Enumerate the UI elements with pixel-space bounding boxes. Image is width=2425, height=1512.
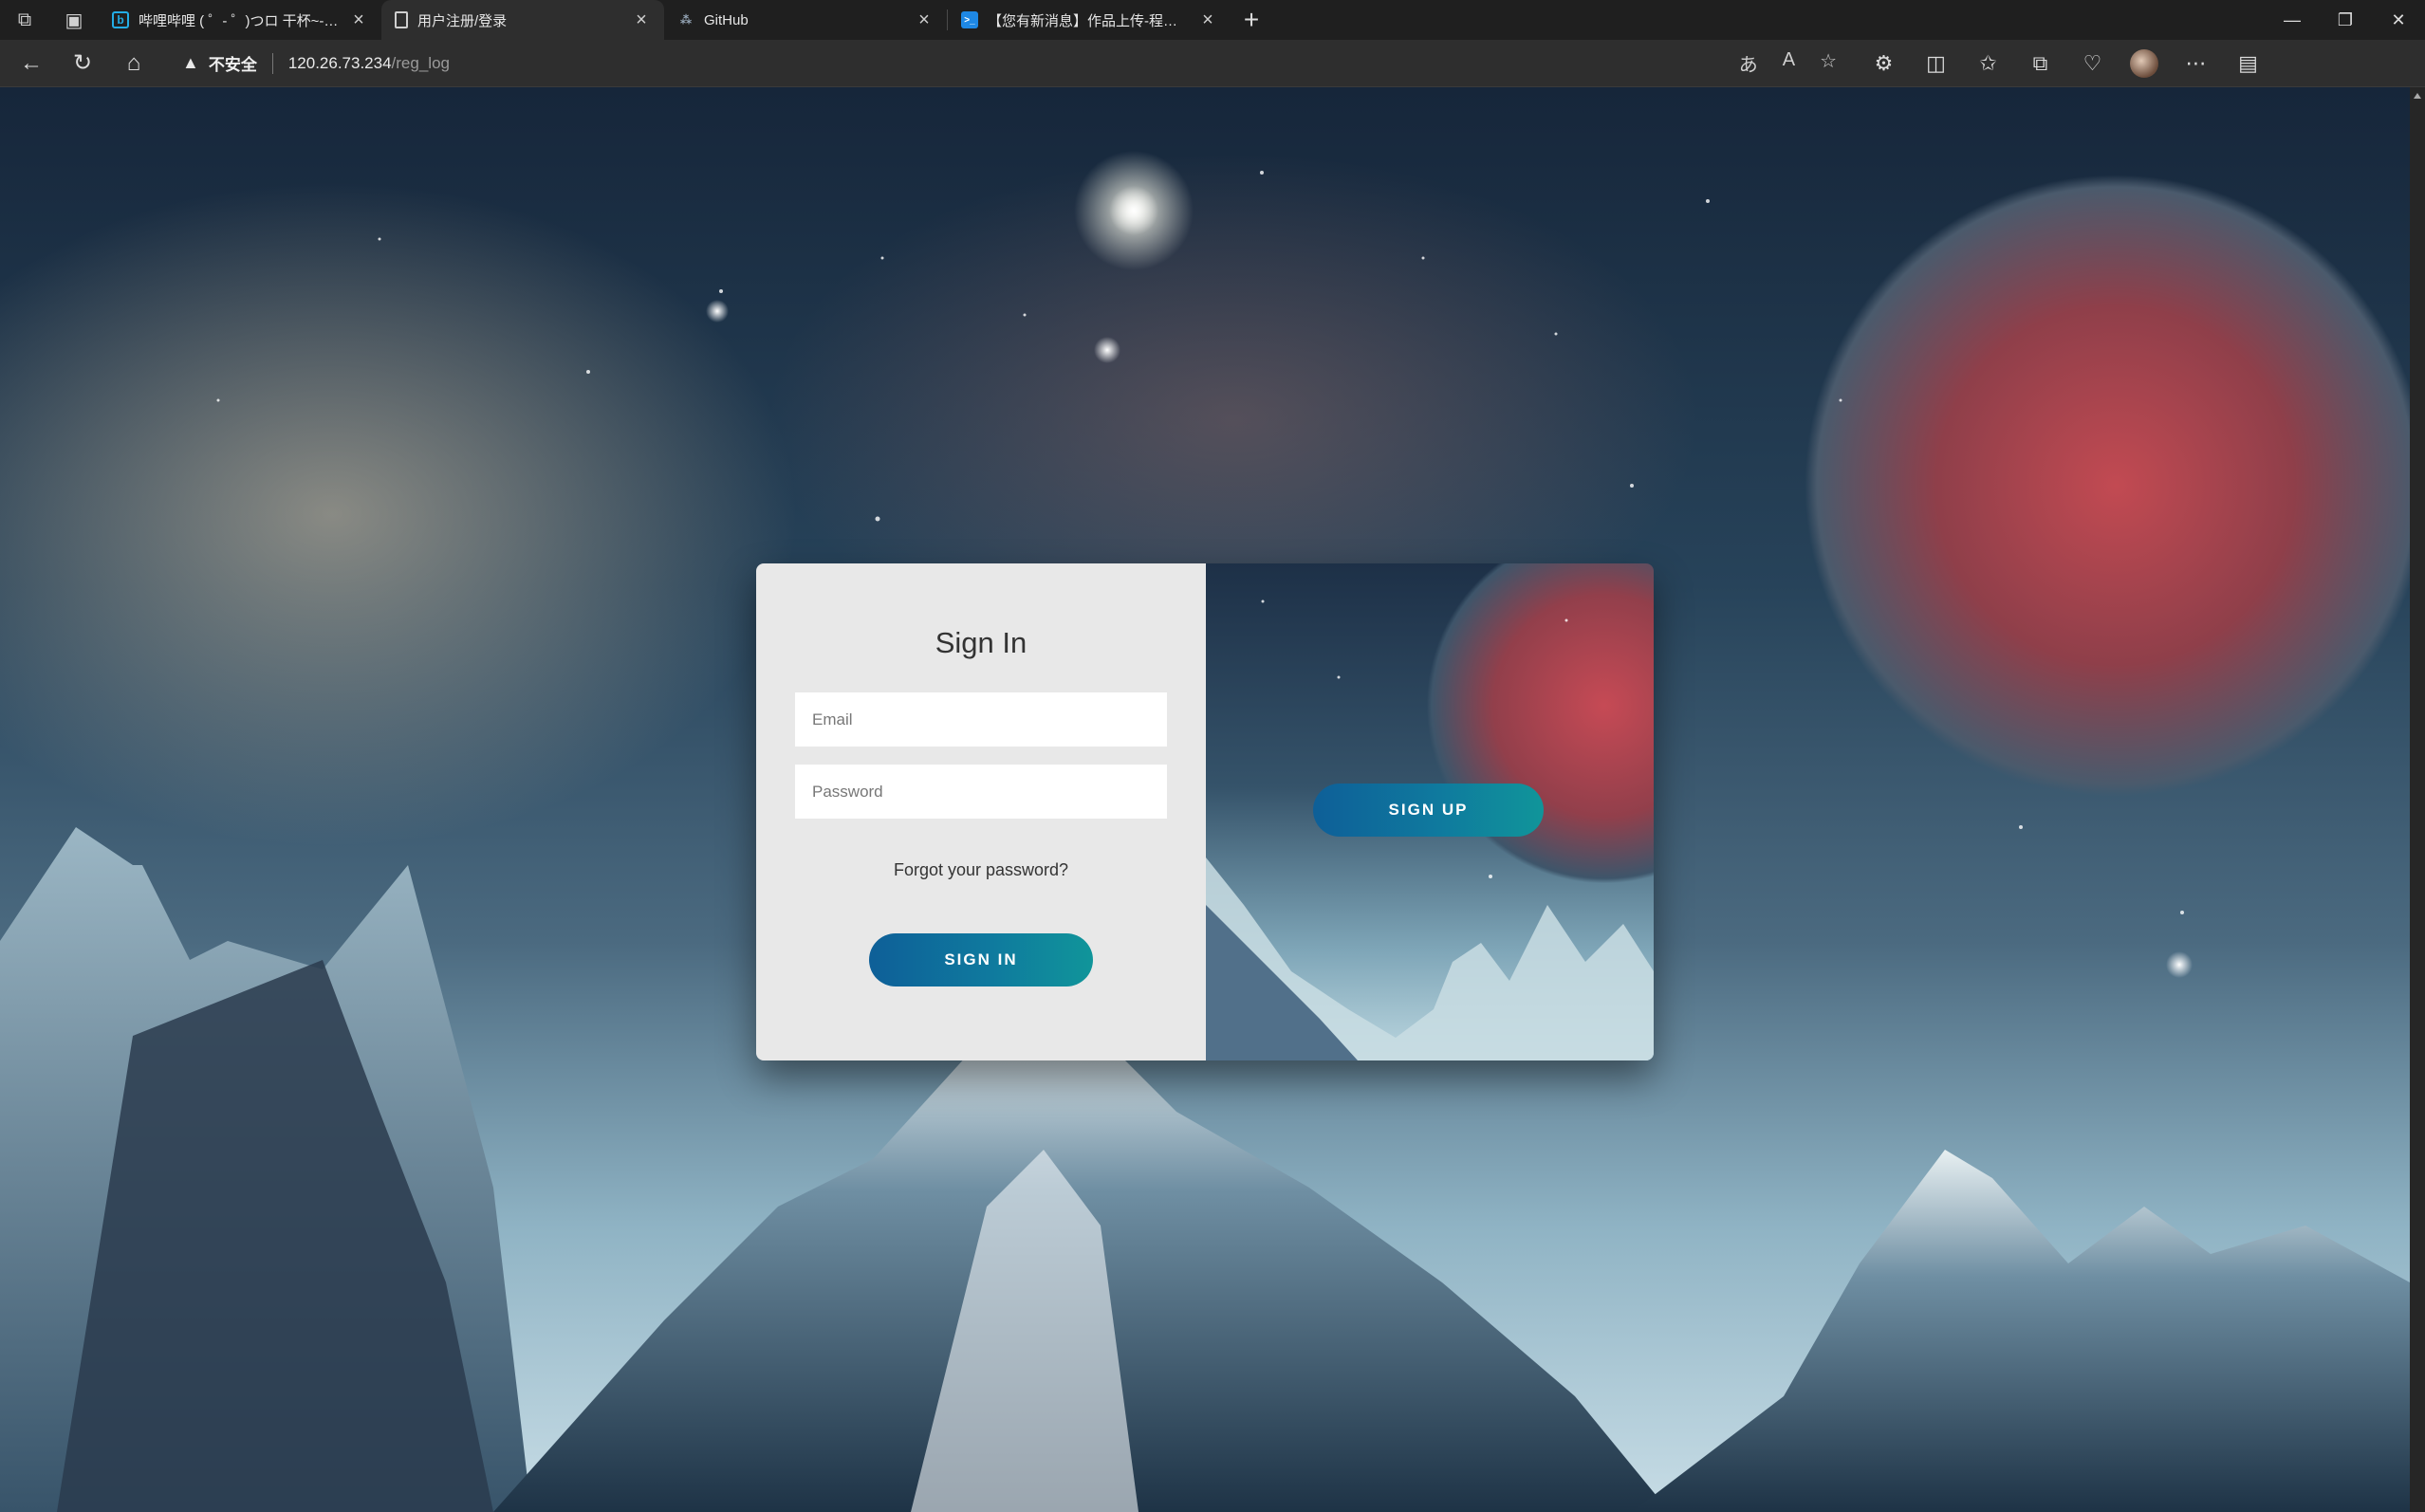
tab-title: 哔哩哔哩 ( ゜- ゜)つロ 干杯~-bilibili <box>139 12 340 29</box>
url-field[interactable]: ▲ 不安全 120.26.73.234/reg_log あ A ☆ <box>169 46 1858 81</box>
page-icon <box>395 11 408 28</box>
extensions-icon[interactable]: ⚙ <box>1858 40 1910 87</box>
translate-icon[interactable]: あ <box>1739 49 1758 77</box>
bilibili-icon: b <box>112 11 129 28</box>
sign-in-panel: Sign In Forgot your password? SIGN IN <box>756 563 1206 1060</box>
terminal-icon: >_ <box>961 11 978 28</box>
tab-github[interactable]: ⁂ GitHub × <box>664 0 947 40</box>
url-host: 120.26.73.234 <box>287 53 392 72</box>
sign-in-title: Sign In <box>935 626 1027 659</box>
close-icon[interactable]: × <box>915 9 934 31</box>
tab-title: 用户注册/登录 <box>417 12 508 29</box>
new-tab-button[interactable]: + <box>1231 0 1272 40</box>
favorite-star-icon[interactable]: ☆ <box>1820 49 1837 77</box>
scroll-up-arrow-icon[interactable] <box>2414 93 2421 99</box>
address-bar: ← ↻ ⌂ ▲ 不安全 120.26.73.234/reg_log あ A ☆ … <box>0 40 2425 87</box>
close-icon[interactable]: × <box>1198 9 1217 31</box>
password-input[interactable] <box>795 765 1167 819</box>
minimize-icon[interactable]: — <box>2266 0 2319 40</box>
sign-up-button[interactable]: SIGN UP <box>1313 784 1544 837</box>
omnibox-actions: あ A ☆ <box>1739 49 1858 77</box>
workspaces-icon[interactable]: ⧉ <box>0 0 49 40</box>
home-icon[interactable]: ⌂ <box>108 40 159 87</box>
browser-essentials-icon[interactable]: ♡ <box>2066 40 2119 87</box>
page-background: Sign In Forgot your password? SIGN IN SI… <box>0 87 2410 1512</box>
split-screen-icon[interactable]: ◫ <box>1910 40 1962 87</box>
back-arrow-icon[interactable]: ← <box>6 40 57 87</box>
tab-reg-log[interactable]: 用户注册/登录 × <box>381 0 664 40</box>
close-icon[interactable]: × <box>349 9 368 31</box>
github-icon: ⁂ <box>679 13 693 27</box>
security-label: 不安全 <box>208 56 257 74</box>
restore-icon[interactable]: ❐ <box>2319 0 2372 40</box>
tab-title: 【您有新消息】作品上传-程序员 <box>988 12 1189 29</box>
page-scrollbar[interactable] <box>2410 87 2425 1512</box>
close-window-icon[interactable]: ✕ <box>2372 0 2425 40</box>
favorites-icon[interactable]: ✩ <box>1962 40 2014 87</box>
url-divider <box>271 52 273 74</box>
browser-toolbar: ⚙ ◫ ✩ ⧉ ♡ ⋯ ▤ <box>1858 40 2274 87</box>
email-input[interactable] <box>795 692 1167 747</box>
forgot-password-link[interactable]: Forgot your password? <box>894 860 1068 880</box>
tab-upload[interactable]: >_ 【您有新消息】作品上传-程序员 × <box>948 0 1231 40</box>
collections-icon[interactable]: ⧉ <box>2014 40 2066 87</box>
window-controls: — ❐ ✕ <box>2266 0 2425 40</box>
sidebar-toggle-icon[interactable]: ▤ <box>2222 40 2274 87</box>
sign-in-button[interactable]: SIGN IN <box>869 933 1093 986</box>
tab-title: GitHub <box>704 11 749 28</box>
url-path: /reg_log <box>391 53 450 72</box>
warning-icon: ▲ <box>182 53 199 72</box>
auth-card: Sign In Forgot your password? SIGN IN SI… <box>756 563 1654 1060</box>
more-menu-icon[interactable]: ⋯ <box>2170 40 2222 87</box>
close-icon[interactable]: × <box>632 9 651 31</box>
vertical-tabs-icon[interactable]: ▣ <box>49 0 99 40</box>
profile-avatar[interactable] <box>2130 48 2158 78</box>
read-aloud-icon[interactable]: A <box>1783 49 1795 77</box>
refresh-icon[interactable]: ↻ <box>57 40 108 87</box>
sign-up-overlay-panel: SIGN UP <box>1206 563 1654 1060</box>
tab-bar: ⧉ ▣ b 哔哩哔哩 ( ゜- ゜)つロ 干杯~-bilibili × 用户注册… <box>0 0 2425 40</box>
tab-bilibili[interactable]: b 哔哩哔哩 ( ゜- ゜)つロ 干杯~-bilibili × <box>99 0 381 40</box>
